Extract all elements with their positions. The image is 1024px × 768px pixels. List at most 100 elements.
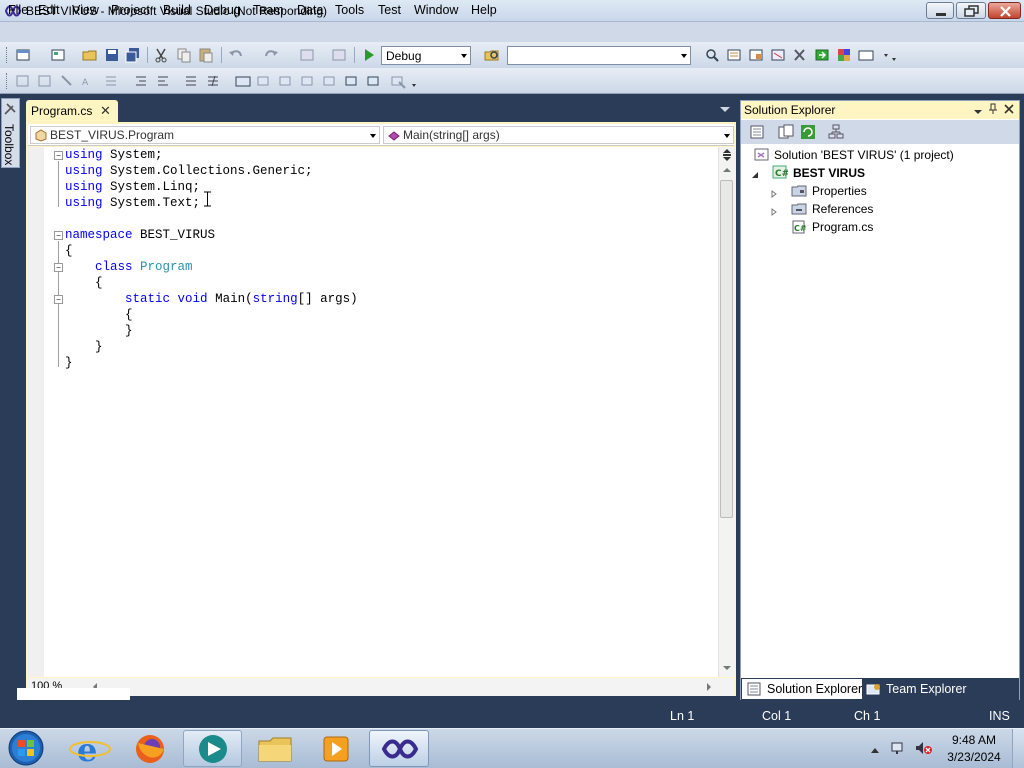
panel-close-icon[interactable] [1003,103,1015,115]
network-icon[interactable] [890,740,908,756]
previous-bookmark-icon[interactable] [256,72,274,90]
code-line[interactable]: } [65,323,358,339]
command-window-icon[interactable] [857,46,875,64]
clock-date[interactable]: 3/23/2024 [944,750,1004,764]
collapse-namespace-icon[interactable]: − [54,231,63,240]
solution-configuration-select[interactable]: Debug [381,46,471,65]
code-line[interactable]: using System.Collections.Generic; [65,163,358,179]
show-all-files-icon[interactable] [777,123,795,141]
collapse-class-icon[interactable]: − [54,263,63,272]
volume-muted-icon[interactable] [914,740,934,756]
menu-team[interactable]: Team [253,3,284,17]
start-orb-icon[interactable] [6,729,46,767]
increase-indent-icon[interactable] [132,72,150,90]
display-parameter-info-icon[interactable] [36,72,54,90]
outdent-icon[interactable] [154,72,172,90]
show-hidden-icons-icon[interactable] [870,743,880,753]
paste-icon[interactable] [197,46,215,64]
next-bookmark-folder-icon[interactable] [322,72,340,90]
project-node[interactable]: BEST VIRUS [793,166,865,180]
properties-window-icon[interactable] [725,46,743,64]
find-combo-input[interactable] [507,46,691,65]
expand-properties-icon[interactable] [771,187,777,198]
quick-media-icon[interactable] [183,730,242,767]
menu-test[interactable]: Test [378,3,401,17]
next-bookmark-document-icon[interactable] [366,72,384,90]
comment-lines-icon[interactable] [182,72,200,90]
source-code[interactable]: using System; using System.Collections.Ge… [65,147,358,371]
collapse-usings-icon[interactable]: − [54,151,63,160]
menu-view[interactable]: View [72,3,99,17]
internet-explorer-icon[interactable]: e [61,731,119,768]
toolbox-window-icon[interactable] [769,46,787,64]
previous-bookmark-document-icon[interactable] [344,72,362,90]
menu-window[interactable]: Window [414,3,458,17]
find-icon[interactable] [703,46,721,64]
display-object-member-list-icon[interactable] [14,72,32,90]
add-item-icon[interactable] [49,46,67,64]
pin-icon[interactable] [987,103,999,115]
next-bookmark-icon[interactable] [278,72,296,90]
menu-tools[interactable]: Tools [335,3,364,17]
collapse-method-icon[interactable]: − [54,295,63,304]
undo-icon[interactable] [227,46,245,64]
start-page-icon[interactable] [813,46,831,64]
toolbar-grip[interactable] [6,47,9,63]
code-line[interactable]: { [65,243,358,259]
solution-node[interactable]: Solution 'BEST VIRUS' (1 project) [774,148,954,162]
horizontal-scrollbar[interactable] [28,678,734,696]
previous-bookmark-folder-icon[interactable] [300,72,318,90]
menu-help[interactable]: Help [471,3,497,17]
save-icon[interactable] [103,46,121,64]
new-project-icon[interactable] [14,46,32,64]
references-node[interactable]: References [812,202,873,216]
toolbar-grip[interactable] [6,73,9,89]
document-overflow-icon[interactable] [720,107,730,112]
clock-time[interactable]: 9:48 AM [944,733,1004,747]
uncomment-lines-icon[interactable] [204,72,222,90]
media-player-icon[interactable] [307,731,365,766]
code-line[interactable]: static void Main(string[] args) [65,291,358,307]
scroll-down-icon[interactable] [720,662,734,674]
toolbar-dropdown-icon[interactable] [408,72,426,90]
menu-file[interactable]: File [8,3,28,17]
code-line[interactable]: } [65,339,358,355]
menu-data[interactable]: Data [297,3,323,17]
extension-manager-icon[interactable] [835,46,853,64]
tab-team-explorer[interactable]: Team Explorer [886,682,967,696]
clear-bookmarks-icon[interactable] [390,72,408,90]
redo-icon[interactable] [262,46,280,64]
refresh-icon[interactable] [799,123,817,141]
start-debugging-icon[interactable] [360,46,378,64]
minimize-button[interactable] [926,2,954,19]
code-line[interactable]: } [65,355,358,371]
navigate-backward-icon[interactable] [298,46,316,64]
object-browser-icon[interactable] [747,46,765,64]
window-position-icon[interactable] [973,105,983,114]
save-all-icon[interactable] [124,46,142,64]
types-dropdown[interactable]: BEST_VIRUS.Program [30,126,380,144]
tools-icon[interactable] [791,46,809,64]
open-file-icon[interactable] [81,46,99,64]
display-word-completion-icon[interactable]: A [80,72,98,90]
close-button[interactable] [988,2,1021,19]
scroll-up-icon[interactable] [720,164,734,176]
navigate-forward-icon[interactable] [330,46,348,64]
properties-node[interactable]: Properties [812,184,867,198]
copy-icon[interactable] [175,46,193,64]
menu-project[interactable]: Project [111,3,150,17]
menu-build[interactable]: Build [163,3,191,17]
code-line[interactable]: class Program [65,259,358,275]
menu-edit[interactable]: Edit [38,3,60,17]
toolbar-dropdown-icon[interactable] [880,46,898,64]
view-class-diagram-icon[interactable] [827,123,845,141]
tab-close-icon[interactable]: ✕ [100,103,111,119]
expand-references-icon[interactable] [771,205,777,216]
show-desktop-button[interactable] [1012,729,1024,768]
code-line[interactable]: { [65,307,358,323]
toggle-bookmark-icon[interactable] [234,72,252,90]
find-in-files-icon[interactable] [483,46,501,64]
visual-studio-icon[interactable] [369,730,429,767]
code-line[interactable] [65,211,358,227]
split-window-icon[interactable] [720,148,734,162]
